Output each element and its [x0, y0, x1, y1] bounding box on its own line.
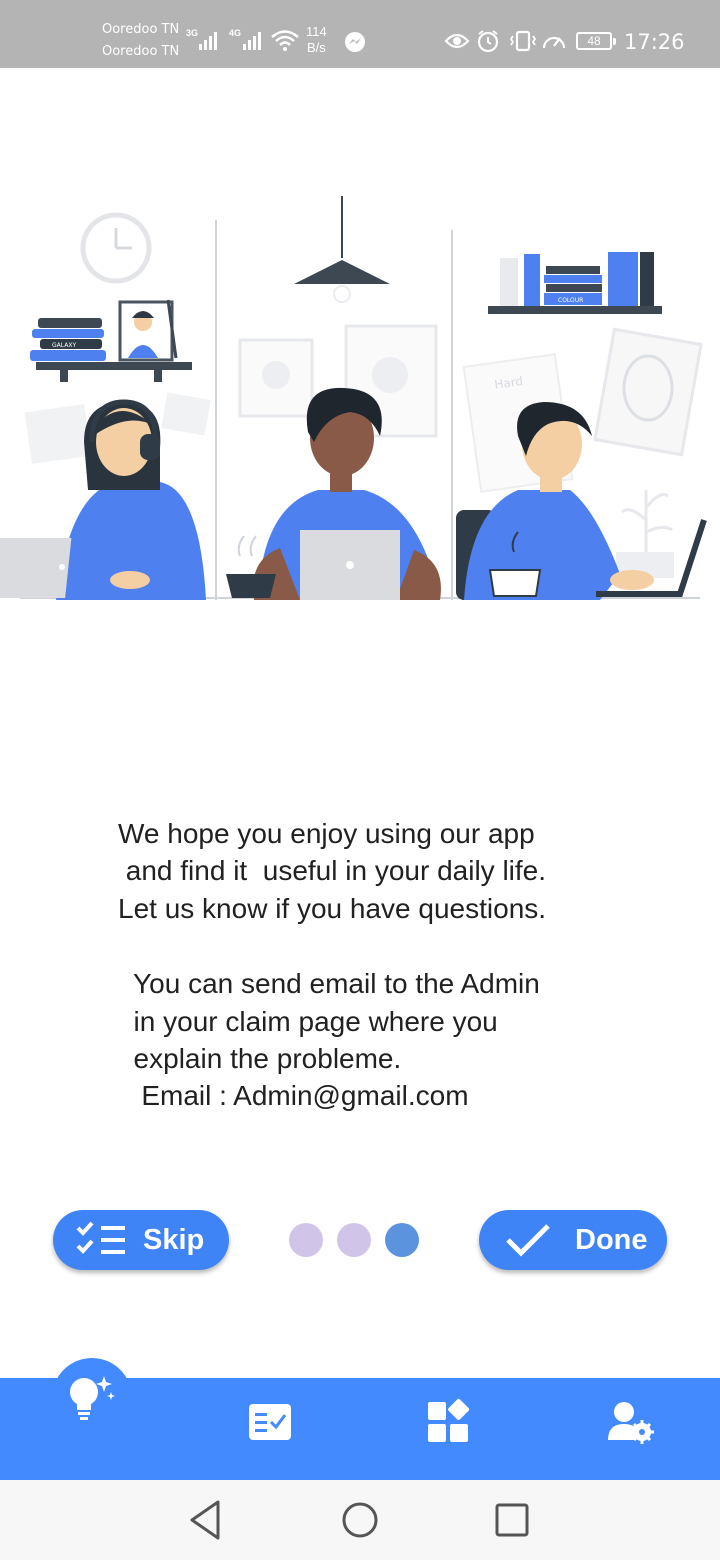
vibrate-icon — [509, 30, 537, 52]
message-line: We hope you enjoy using our app — [118, 818, 535, 849]
message-line: Let us know if you have questions. — [118, 893, 547, 924]
done-label: Done — [575, 1223, 648, 1256]
book-label: GALAXY — [52, 342, 76, 349]
message-line: and find it useful in your daily life. — [118, 855, 547, 886]
skip-button[interactable]: Skip — [53, 1210, 229, 1270]
signal-icon — [199, 32, 217, 50]
page-indicator-dot-active — [385, 1223, 419, 1257]
nav-item-profile-settings[interactable] — [606, 1398, 654, 1446]
user-settings-icon — [608, 1402, 654, 1444]
network-type-1: 3G — [186, 28, 199, 38]
system-navigation-bar — [0, 1480, 720, 1560]
home-icon — [342, 1502, 378, 1538]
alarm-icon — [477, 30, 499, 53]
page-indicator-dot — [337, 1223, 371, 1257]
check-icon — [506, 1224, 550, 1257]
skip-label: Skip — [143, 1223, 205, 1256]
carrier-name-1: Ooredoo TN — [102, 22, 180, 37]
messenger-icon — [345, 32, 365, 52]
checklist-icon — [76, 1221, 125, 1254]
eye-icon — [444, 33, 470, 49]
wifi-icon — [271, 30, 299, 51]
message-line: Email : Admin@gmail.com — [118, 1080, 469, 1111]
message-line: explain the probleme. — [118, 1043, 402, 1074]
speed-icon — [542, 36, 566, 49]
status-bar: Ooredoo TN Ooredoo TN 3G 4G 114 B/s 48 1… — [0, 0, 720, 68]
task-list-icon — [249, 1404, 291, 1440]
nav-item-dashboard[interactable] — [426, 1398, 474, 1446]
battery-icon: 48 — [576, 32, 616, 50]
signal-icon-2 — [243, 32, 261, 50]
home-button[interactable] — [336, 1496, 384, 1544]
message-line: You can send email to the Admin — [118, 968, 540, 999]
recents-button[interactable] — [488, 1496, 536, 1544]
speed-unit: B/s — [306, 40, 326, 55]
widgets-icon — [428, 1398, 470, 1442]
back-button[interactable] — [182, 1496, 230, 1544]
carrier-name-2: Ooredoo TN — [102, 44, 180, 59]
back-icon — [190, 1500, 220, 1540]
nav-item-tips[interactable] — [52, 1358, 132, 1438]
wall-clock-icon — [80, 212, 152, 284]
lightbulb-icon — [70, 1376, 115, 1420]
onboarding-illustration: GALAXY COLOUR Hard — [0, 196, 707, 600]
network-type-2: 4G — [229, 28, 242, 38]
page-indicator-dot — [289, 1223, 323, 1257]
nav-item-tasks[interactable] — [246, 1398, 294, 1446]
recents-icon — [495, 1503, 529, 1537]
book-label-colour: COLOUR — [558, 297, 583, 304]
network-speed: 114 B/s — [306, 24, 327, 56]
done-button[interactable]: Done — [479, 1210, 667, 1270]
clock: 17:26 — [624, 30, 685, 54]
message-line: in your claim page where you — [118, 1006, 498, 1037]
speed-value: 114 — [306, 24, 327, 39]
